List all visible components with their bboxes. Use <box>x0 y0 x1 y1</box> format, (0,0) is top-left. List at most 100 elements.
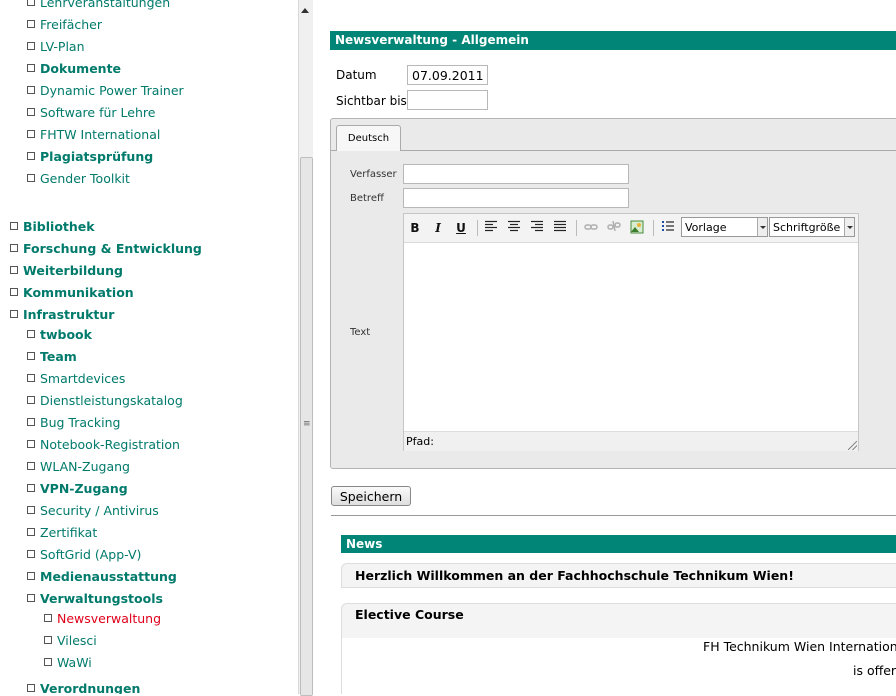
bullet-icon <box>10 288 18 296</box>
text-label: Text <box>350 327 371 338</box>
nav-item-newsverwaltung[interactable]: Newsverwaltung <box>44 611 161 627</box>
bullet-icon <box>44 658 52 666</box>
align-justify-icon[interactable] <box>552 220 568 236</box>
italic-button[interactable]: I <box>430 220 446 236</box>
nav-item-verordnungen[interactable]: Verordnungen <box>27 681 140 694</box>
bullet-icon <box>27 528 35 536</box>
bullet-icon <box>27 86 35 94</box>
nav-item-dokumente[interactable]: Dokumente <box>27 61 121 77</box>
nav-item-plagiatspruefung[interactable]: Plagiatsprüfung <box>27 149 153 165</box>
nav-item-medienausstattung[interactable]: Medienausstattung <box>27 569 177 585</box>
link-icon[interactable] <box>583 220 599 236</box>
scrollbar-thumb[interactable]: ≡ <box>300 157 313 696</box>
editor-content-area[interactable] <box>404 243 858 431</box>
format-select[interactable]: Vorlage <box>681 217 768 237</box>
bullet-icon <box>44 636 52 644</box>
grip-icon: ≡ <box>303 419 311 429</box>
nav-item-weiterbildung[interactable]: Weiterbildung <box>10 263 123 279</box>
toolbar-separator <box>576 220 577 236</box>
nav-item-vpn-zugang[interactable]: VPN-Zugang <box>27 481 128 497</box>
nav-item-dienstleistungskatalog[interactable]: Dienstleistungskatalog <box>27 393 183 409</box>
bullet-icon <box>27 42 35 50</box>
nav-item-infrastruktur[interactable]: Infrastruktur <box>10 307 114 323</box>
nav-item-softgrid[interactable]: SoftGrid (App-V) <box>27 547 141 563</box>
bullet-icon <box>27 506 35 514</box>
sidebar-navigation: Lehrveranstaltungen Freifächer LV-Plan D… <box>0 0 298 694</box>
chevron-down-icon <box>757 218 767 236</box>
nav-item-gender-toolkit[interactable]: Gender Toolkit <box>27 171 130 187</box>
bold-button[interactable]: B <box>407 220 423 236</box>
bullet-icon <box>27 572 35 580</box>
toolbar-separator <box>477 220 478 236</box>
bullet-icon <box>10 310 18 318</box>
save-button[interactable]: Speichern <box>331 486 411 506</box>
unlink-icon[interactable] <box>606 220 622 236</box>
nav-item-wlan-zugang[interactable]: WLAN-Zugang <box>27 459 130 475</box>
nav-item-bug-tracking[interactable]: Bug Tracking <box>27 415 120 431</box>
bullet-icon <box>27 352 35 360</box>
bullet-icon <box>27 174 35 182</box>
sichtbar-bis-label: Sichtbar bis <box>336 94 407 108</box>
nav-item-notebook-registration[interactable]: Notebook-Registration <box>27 437 180 453</box>
news-item-text: is offerin <box>853 663 896 678</box>
nav-item-fhtw-international[interactable]: FHTW International <box>27 127 160 143</box>
bullet-icon <box>27 374 35 382</box>
form-header: Newsverwaltung - Allgemein <box>330 31 896 50</box>
align-right-icon[interactable] <box>529 220 545 236</box>
rich-text-editor: B I U Vorlage Schriftgröße Pfad: <box>403 213 859 451</box>
bullet-list-icon[interactable] <box>660 220 676 236</box>
nav-item-vilesci[interactable]: Vilesci <box>44 633 97 649</box>
betreff-input[interactable] <box>403 188 629 208</box>
nav-item-freifaecher[interactable]: Freifächer <box>27 17 102 33</box>
tab-deutsch[interactable]: Deutsch <box>336 125 401 151</box>
bullet-icon <box>27 440 35 448</box>
bullet-icon <box>27 462 35 470</box>
bullet-icon <box>27 130 35 138</box>
news-item-text: FH Technikum Wien International <box>703 639 896 654</box>
news-item-body: FH Technikum Wien International is offer… <box>342 638 896 694</box>
resize-handle-icon[interactable] <box>848 441 857 450</box>
align-left-icon[interactable] <box>483 220 499 236</box>
underline-button[interactable]: U <box>453 220 469 236</box>
nav-item-twbook[interactable]: twbook <box>27 327 92 343</box>
scroll-up-arrow-icon[interactable] <box>301 8 309 13</box>
bullet-icon <box>27 418 35 426</box>
news-item-title: Elective Course <box>355 607 464 622</box>
sidebar-scrollbar[interactable]: ≡ <box>298 0 314 696</box>
bullet-icon <box>27 594 35 602</box>
align-center-icon[interactable] <box>506 220 522 236</box>
bullet-icon <box>27 64 35 72</box>
bullet-icon <box>27 0 35 6</box>
bullet-icon <box>44 614 52 622</box>
nav-item-lv-plan[interactable]: LV-Plan <box>27 39 85 55</box>
nav-item-smartdevices[interactable]: Smartdevices <box>27 371 125 387</box>
insert-image-icon[interactable] <box>629 220 645 236</box>
news-item-title: Herzlich Willkommen an der Fachhochschul… <box>355 568 794 583</box>
bullet-icon <box>27 108 35 116</box>
nav-item-software-fuer-lehre[interactable]: Software für Lehre <box>27 105 155 121</box>
main-content: Newsverwaltung - Allgemein Datum 07.09.2… <box>313 0 896 694</box>
font-size-select[interactable]: Schriftgröße <box>769 217 855 237</box>
nav-item-security-antivirus[interactable]: Security / Antivirus <box>27 503 159 519</box>
nav-item-bibliothek[interactable]: Bibliothek <box>10 219 95 235</box>
section-divider <box>331 515 896 516</box>
nav-item-team[interactable]: Team <box>27 349 77 365</box>
nav-item-forschung-entwicklung[interactable]: Forschung & Entwicklung <box>10 241 202 257</box>
nav-item-verwaltungstools[interactable]: Verwaltungstools <box>27 591 163 607</box>
nav-item-lehrveranstaltungen[interactable]: Lehrveranstaltungen <box>27 0 170 11</box>
verfasser-input[interactable] <box>403 164 629 184</box>
news-item: Elective Course FH Technikum Wien Intern… <box>341 603 896 694</box>
news-header: News <box>341 535 896 553</box>
bullet-icon <box>10 244 18 252</box>
nav-item-dynamic-power-trainer[interactable]: Dynamic Power Trainer <box>27 83 184 99</box>
bullet-icon <box>27 20 35 28</box>
sichtbar-bis-input[interactable] <box>407 90 488 110</box>
datum-input[interactable]: 07.09.2011 <box>407 65 488 85</box>
bullet-icon <box>27 396 35 404</box>
nav-item-zertifikat[interactable]: Zertifikat <box>27 525 97 541</box>
bullet-icon <box>10 266 18 274</box>
news-item: Herzlich Willkommen an der Fachhochschul… <box>341 563 896 588</box>
bullet-icon <box>27 152 35 160</box>
nav-item-kommunikation[interactable]: Kommunikation <box>10 285 134 301</box>
nav-item-wawi[interactable]: WaWi <box>44 655 92 671</box>
